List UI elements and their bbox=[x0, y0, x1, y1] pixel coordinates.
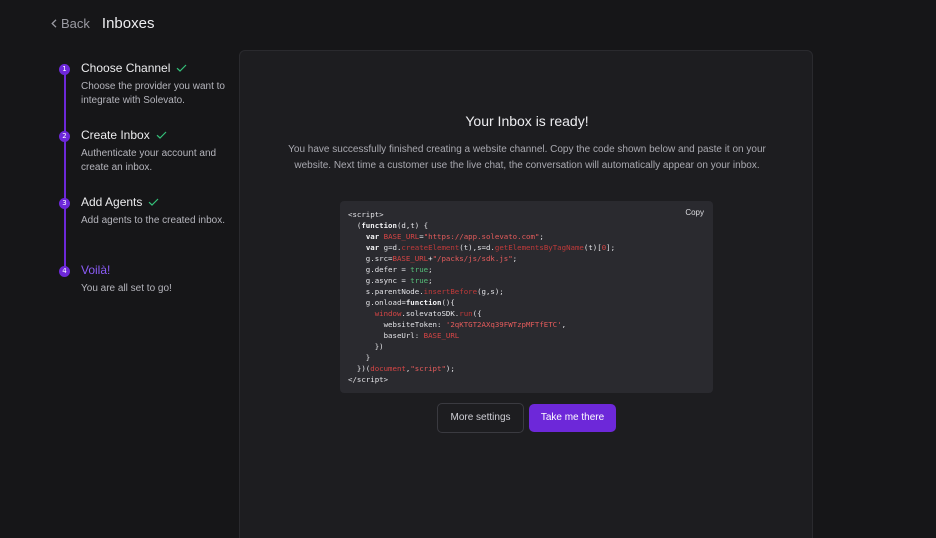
back-button[interactable]: Back bbox=[51, 16, 90, 31]
code-sdk-path: /packs/js/sdk.js bbox=[437, 254, 509, 263]
take-me-there-button[interactable]: Take me there bbox=[529, 404, 616, 432]
card-title: Your Inbox is ready! bbox=[465, 113, 589, 129]
back-label: Back bbox=[61, 15, 90, 31]
chevron-left-icon bbox=[51, 18, 57, 28]
check-icon bbox=[156, 131, 167, 139]
step-title: Add Agents bbox=[81, 195, 143, 209]
step-title-row: Create Inbox bbox=[81, 128, 167, 142]
step-number: 1 bbox=[59, 64, 70, 75]
step-title: Voilà! bbox=[81, 263, 111, 277]
card-description: You have successfully finished creating … bbox=[288, 144, 766, 171]
check-icon bbox=[148, 198, 159, 206]
step-description: Choose the provider you want to integrat… bbox=[81, 81, 225, 106]
step-description: Authenticate your account and create an … bbox=[81, 148, 217, 173]
step-title-row: Voilà! bbox=[81, 263, 110, 277]
code-website-token: 2qKTGT2AXq39FWTzpMFTfETC bbox=[450, 320, 558, 329]
step-number: 2 bbox=[59, 131, 70, 142]
step-title-row: Choose Channel bbox=[81, 61, 187, 75]
stepper-rail bbox=[64, 69, 66, 271]
check-icon bbox=[176, 64, 187, 72]
step-description: You are all set to go! bbox=[81, 283, 172, 294]
inbox-ready-card: Your Inbox is ready! You have successful… bbox=[239, 50, 813, 538]
step-title: Create Inbox bbox=[81, 128, 150, 142]
more-settings-button[interactable]: More settings bbox=[437, 403, 524, 433]
app-root: Back Inboxes 1 Choose Channel Choose the… bbox=[0, 0, 936, 538]
step-number: 3 bbox=[59, 198, 70, 209]
code-base-url: https://app.solevato.com bbox=[428, 232, 535, 241]
code-text: <script> (function(d,t) { var BASE_URL="… bbox=[348, 210, 616, 384]
code-snippet: Copy <script> (function(d,t) { var BASE_… bbox=[340, 201, 713, 393]
step-title-row: Add Agents bbox=[81, 195, 159, 209]
step-title: Choose Channel bbox=[81, 61, 171, 75]
step-description: Add agents to the created inbox. bbox=[81, 215, 225, 226]
step-number: 4 bbox=[59, 266, 70, 277]
page-title: Inboxes bbox=[101, 14, 155, 32]
card-actions: More settings Take me there bbox=[437, 403, 616, 433]
copy-button[interactable]: Copy bbox=[682, 207, 707, 218]
header: Back Inboxes bbox=[51, 12, 154, 34]
